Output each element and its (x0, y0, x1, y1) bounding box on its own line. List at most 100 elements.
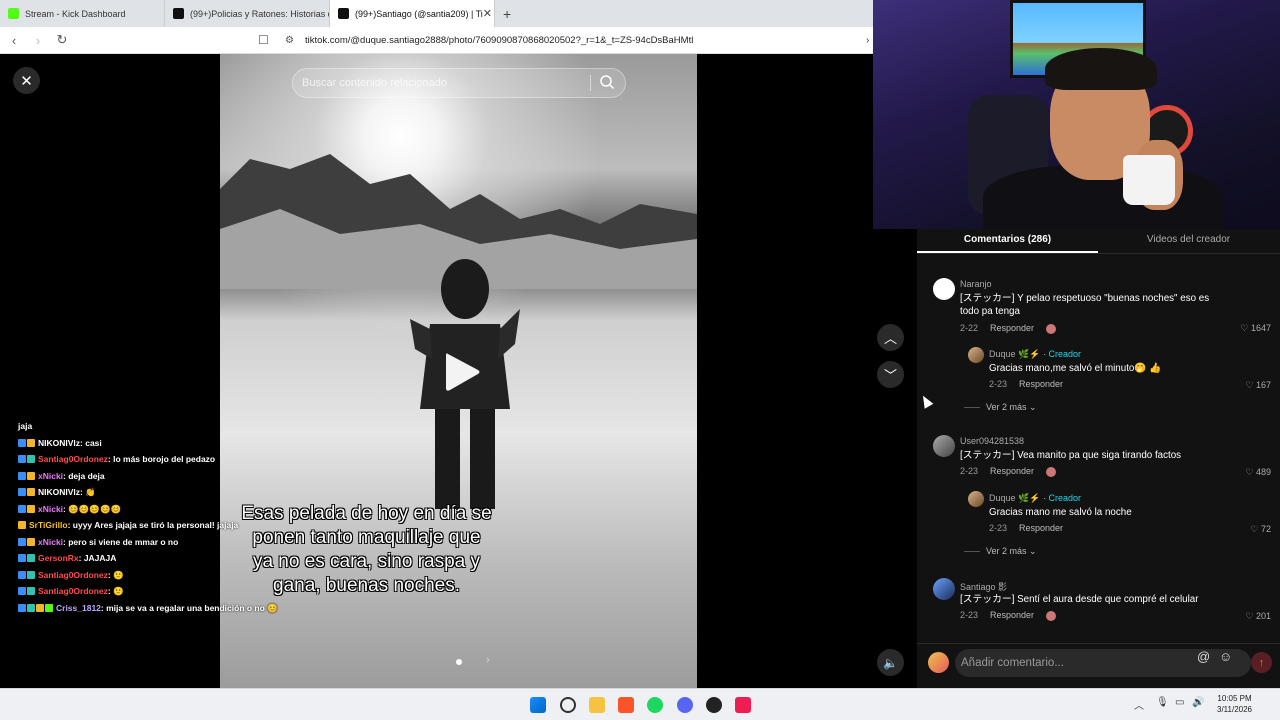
windows-taskbar: ︿ 🎙 ▭ 🔊 10:05 PM 3/11/2026 (0, 688, 1280, 720)
volume-button[interactable]: 🔈 (877, 649, 904, 676)
carousel-dot[interactable] (456, 659, 462, 665)
reply-meta: 2-23 Responder (989, 379, 1063, 389)
reply-button[interactable]: Responder (1019, 379, 1063, 389)
badge-icon (18, 504, 26, 513)
file-explorer-icon[interactable] (589, 697, 605, 713)
reply-button[interactable]: Responder (990, 323, 1034, 333)
send-button[interactable]: ↑ (1251, 652, 1272, 673)
avatar[interactable] (933, 578, 955, 600)
overflow-icon[interactable]: › (866, 35, 869, 46)
reply-button[interactable]: Responder (990, 610, 1034, 620)
play-icon[interactable] (442, 350, 482, 394)
chat-text: : deja deja (63, 470, 105, 481)
start-icon[interactable] (530, 697, 546, 713)
avatar[interactable] (933, 278, 955, 300)
close-tab-icon[interactable]: ✕ (483, 7, 492, 20)
avatar[interactable] (933, 435, 955, 457)
reply-text: Gracias mano,me salvó el minuto🤭 👍 (989, 363, 1162, 374)
reply-author-name: Duque (989, 349, 1016, 359)
chat-username[interactable]: NIKONIVlz (38, 484, 80, 501)
badge-icon (27, 438, 35, 447)
post-caption: Esas pelada de hoy en día se ponen tanto… (228, 502, 505, 598)
carousel-next-icon[interactable]: › (486, 654, 490, 666)
back-icon[interactable]: ‹ (4, 33, 24, 48)
chat-username[interactable]: Santiag0Ordonez (38, 567, 108, 584)
likes-value: 72 (1260, 524, 1271, 534)
chat-username[interactable]: GersonRx (38, 550, 79, 567)
search-taskbar-icon[interactable] (560, 697, 576, 713)
obs-icon[interactable] (706, 697, 722, 713)
like-count[interactable]: ♡ 167 (1229, 380, 1271, 391)
chat-username[interactable]: xNicki (38, 468, 63, 485)
badge-icon (27, 471, 35, 480)
chat-username[interactable]: SrTiGrillo (29, 517, 68, 534)
close-viewer-button[interactable]: ✕ (13, 67, 40, 94)
forward-icon[interactable]: › (28, 33, 48, 48)
reply-author[interactable]: Duque 🌿⚡ · Creador (989, 493, 1081, 504)
chat-username[interactable]: Santiag0Ordonez (38, 451, 108, 468)
chat-badges (18, 537, 35, 546)
chat-message: SrTiGrillo : uyyy Ares jajaja se tiró la… (18, 517, 258, 534)
tab-policias-ratones[interactable]: (99+)Policias y Ratones: Historias de (165, 0, 330, 27)
network-icon[interactable]: ▭ (1175, 697, 1184, 708)
tiktok-app-icon[interactable] (735, 697, 751, 713)
related-search-input[interactable]: Buscar contenido relacionado (292, 68, 626, 98)
bookmark-icon[interactable]: ☐ (258, 33, 269, 47)
like-count[interactable]: ♡ 201 (1229, 611, 1271, 622)
chat-username[interactable]: Criss_1812 (56, 600, 101, 617)
post-photo[interactable]: Buscar contenido relacionado Esas pelada… (220, 54, 697, 688)
reload-icon[interactable]: ↻ (52, 32, 72, 48)
creator-avatar[interactable] (968, 347, 984, 363)
chat-username[interactable]: Santiag0Ordonez (38, 583, 108, 600)
badge-icon (18, 537, 26, 546)
comment-author[interactable]: User094281538 (960, 436, 1024, 446)
chat-message: xNicki : 😊😊😊😊😊 (18, 501, 258, 518)
comment-date: 2-23 (960, 466, 979, 476)
search-icon[interactable] (599, 74, 615, 90)
volume-icon[interactable]: 🔊 (1192, 697, 1204, 708)
mention-icon[interactable]: @ (1197, 649, 1210, 664)
discord-icon[interactable] (677, 697, 693, 713)
badge-icon (18, 471, 26, 480)
view-more-replies[interactable]: Ver 2 más ⌄ (964, 402, 1037, 413)
comment-author[interactable]: Naranjo (960, 279, 992, 289)
chat-message: NIKONIVlz : 👏 (18, 484, 258, 501)
reply-button[interactable]: Responder (1019, 523, 1063, 533)
site-info-icon[interactable]: ⚙ (285, 35, 294, 46)
chat-message: Santiag0Ordonez : lo más borojo del peda… (18, 451, 258, 468)
comment-author[interactable]: Santiago 影 (960, 580, 1007, 593)
new-tab-button[interactable]: + (503, 6, 511, 22)
tab-comments[interactable]: Comentarios (286) (917, 229, 1098, 253)
tab-creator-videos[interactable]: Videos del creador (1098, 229, 1279, 253)
like-count[interactable]: ♡ 1647 (1229, 323, 1271, 334)
search-divider (590, 75, 591, 91)
creator-avatar[interactable] (968, 491, 984, 507)
tab-santiago-tiktok[interactable]: (99+)Santiago (@santia209) | Ti ✕ (330, 0, 495, 27)
system-clock[interactable]: 10:05 PM 3/11/2026 (1212, 693, 1257, 715)
like-count[interactable]: ♡ 72 (1229, 524, 1271, 535)
chat-username[interactable]: xNicki (38, 534, 63, 551)
view-more-replies[interactable]: Ver 2 más ⌄ (964, 546, 1037, 557)
spotify-icon[interactable] (647, 697, 663, 713)
reply-button[interactable]: Responder (990, 466, 1034, 476)
like-count[interactable]: ♡ 489 (1229, 467, 1271, 478)
emoji-icon[interactable]: ☺ (1219, 649, 1232, 664)
previous-post-button[interactable]: ︿ (877, 324, 904, 351)
chat-badges (18, 521, 26, 530)
comment-meta: 2-23 Responder (960, 610, 1057, 621)
brave-browser-icon[interactable] (618, 697, 634, 713)
chat-username[interactable]: NIKONIVlz (38, 435, 80, 452)
tab-kick-dashboard[interactable]: Stream - Kick Dashboard (0, 0, 165, 27)
url-field[interactable]: tiktok.com/@duque.santiago2888/photo/760… (305, 35, 693, 46)
chat-message: xNicki : pero si viene de mmar o no (18, 534, 258, 551)
microphone-icon[interactable]: 🎙 (1156, 697, 1169, 708)
comments-panel: Comentarios (286) Videos del creador Nar… (917, 229, 1280, 688)
chat-username[interactable]: xNicki (38, 501, 63, 518)
chevron-down-icon: ﹀ (883, 368, 897, 383)
likes-value: 167 (1255, 380, 1271, 390)
reply-author[interactable]: Duque 🌿⚡ · Creador (989, 349, 1081, 360)
next-post-button[interactable]: ﹀ (877, 361, 904, 388)
badge-icon (27, 488, 35, 497)
tray-chevron-icon[interactable]: ︿ (1134, 697, 1144, 712)
badge-icon (36, 603, 44, 612)
